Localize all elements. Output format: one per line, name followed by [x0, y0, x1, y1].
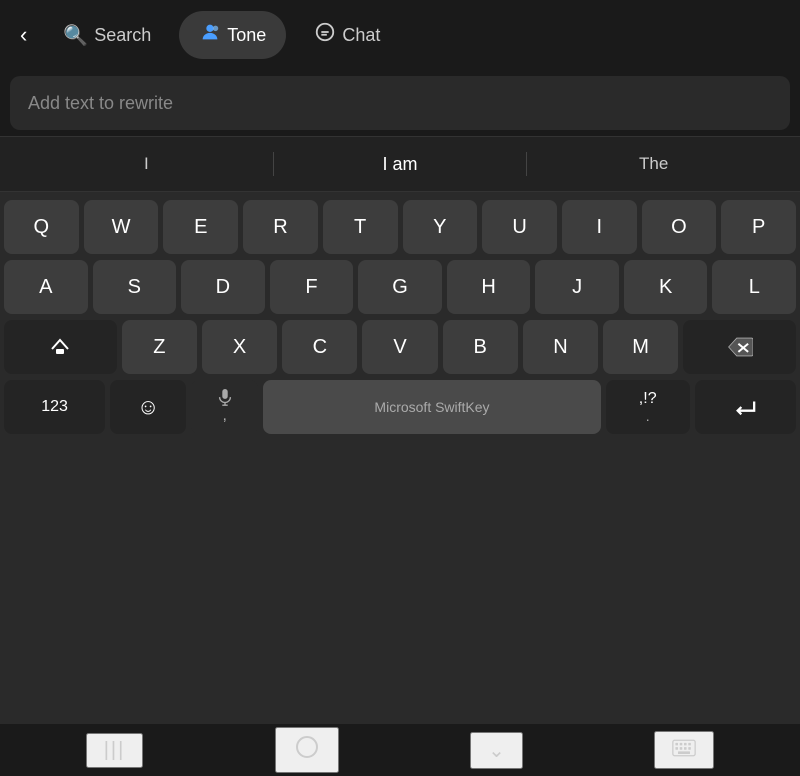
input-placeholder: Add text to rewrite	[28, 93, 173, 114]
key-z[interactable]: Z	[122, 320, 197, 374]
key-row-4: 123 ☺ , Microsoft SwiftKey ,!? .	[4, 380, 796, 434]
key-k[interactable]: K	[624, 260, 708, 314]
tab-chat[interactable]: Chat	[294, 11, 400, 59]
key-row-1: Q W E R T Y U I O P	[4, 200, 796, 254]
key-w[interactable]: W	[84, 200, 159, 254]
tab-tone[interactable]: Tone	[179, 11, 286, 59]
key-d[interactable]: D	[181, 260, 265, 314]
key-c[interactable]: C	[282, 320, 357, 374]
key-q[interactable]: Q	[4, 200, 79, 254]
back-button[interactable]: ‹	[12, 14, 35, 56]
text-input[interactable]: Add text to rewrite	[10, 76, 790, 130]
tone-icon	[199, 21, 221, 49]
comma-label: ,	[222, 407, 226, 425]
space-key[interactable]: Microsoft SwiftKey	[263, 380, 600, 434]
key-row-3: Z X C V B N M	[4, 320, 796, 374]
key-m[interactable]: M	[603, 320, 678, 374]
key-h[interactable]: H	[447, 260, 531, 314]
tone-tab-label: Tone	[227, 25, 266, 46]
emoji-key[interactable]: ☺	[110, 380, 186, 434]
punctuation-key[interactable]: ,!? .	[606, 380, 690, 434]
mic-key[interactable]: ,	[191, 380, 258, 434]
key-g[interactable]: G	[358, 260, 442, 314]
punctuation-label: ,!?	[639, 390, 657, 408]
word-suggestions: I I am The	[0, 136, 800, 192]
key-n[interactable]: N	[523, 320, 598, 374]
num-key-label: 123	[41, 398, 68, 416]
bottom-nav: ||| ⌄	[0, 724, 800, 776]
key-row-2: A S D F G H J K L	[4, 260, 796, 314]
chat-icon	[314, 21, 336, 49]
search-tab-label: Search	[94, 25, 151, 46]
top-nav: ‹ 🔍 Search Tone Chat	[0, 0, 800, 70]
nav-keyboard-button[interactable]	[654, 731, 714, 769]
suggestion-center[interactable]: I am	[274, 154, 527, 175]
shift-key[interactable]	[4, 320, 117, 374]
period-label: .	[646, 408, 650, 424]
key-t[interactable]: T	[323, 200, 398, 254]
key-f[interactable]: F	[270, 260, 354, 314]
suggestion-right[interactable]: The	[527, 154, 780, 174]
key-r[interactable]: R	[243, 200, 318, 254]
nav-back-button[interactable]: ⌄	[470, 732, 523, 769]
search-icon: 🔍	[63, 23, 88, 48]
suggestion-left[interactable]: I	[20, 154, 273, 174]
enter-key[interactable]	[695, 380, 796, 434]
tab-search[interactable]: 🔍 Search	[43, 13, 171, 58]
key-o[interactable]: O	[642, 200, 717, 254]
keyboard: Q W E R T Y U I O P A S D F G H J K L Z …	[0, 192, 800, 724]
space-key-label: Microsoft SwiftKey	[374, 399, 489, 415]
key-i[interactable]: I	[562, 200, 637, 254]
chat-tab-label: Chat	[342, 25, 380, 46]
nav-home-button[interactable]	[275, 727, 339, 773]
key-s[interactable]: S	[93, 260, 177, 314]
key-v[interactable]: V	[362, 320, 437, 374]
key-p[interactable]: P	[721, 200, 796, 254]
key-u[interactable]: U	[482, 200, 557, 254]
key-x[interactable]: X	[202, 320, 277, 374]
num-key[interactable]: 123	[4, 380, 105, 434]
key-l[interactable]: L	[712, 260, 796, 314]
nav-menu-button[interactable]: |||	[86, 733, 144, 768]
backspace-key[interactable]	[683, 320, 796, 374]
key-e[interactable]: E	[163, 200, 238, 254]
key-y[interactable]: Y	[403, 200, 478, 254]
key-j[interactable]: J	[535, 260, 619, 314]
key-b[interactable]: B	[443, 320, 518, 374]
key-a[interactable]: A	[4, 260, 88, 314]
